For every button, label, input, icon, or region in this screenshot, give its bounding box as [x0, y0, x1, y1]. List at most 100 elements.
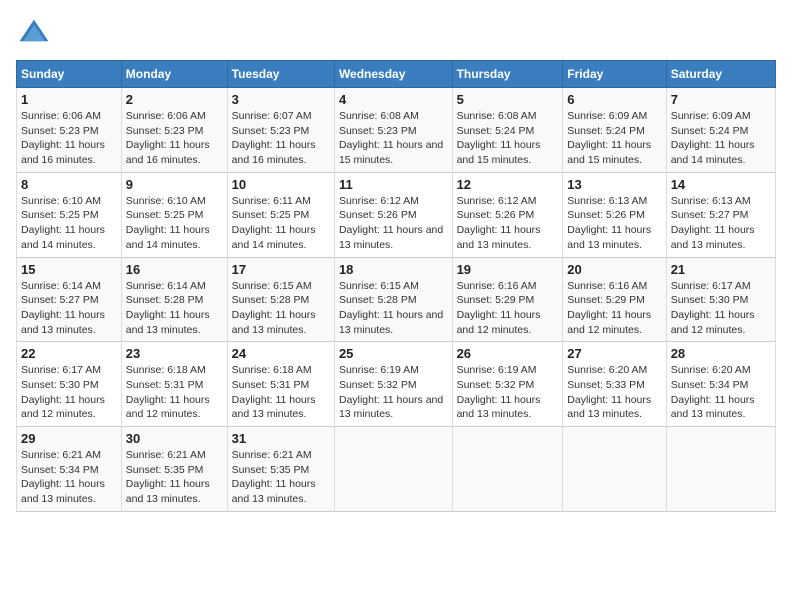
calendar-cell: 16 Sunrise: 6:14 AMSunset: 5:28 PMDayligh…	[121, 257, 227, 342]
day-number: 9	[126, 177, 223, 192]
day-number: 16	[126, 262, 223, 277]
day-info: Sunrise: 6:11 AMSunset: 5:25 PMDaylight:…	[232, 194, 330, 253]
day-number: 21	[671, 262, 771, 277]
calendar-cell: 21 Sunrise: 6:17 AMSunset: 5:30 PMDayligh…	[666, 257, 775, 342]
calendar-cell: 27 Sunrise: 6:20 AMSunset: 5:33 PMDayligh…	[563, 342, 666, 427]
day-number: 12	[457, 177, 559, 192]
calendar-cell: 20 Sunrise: 6:16 AMSunset: 5:29 PMDayligh…	[563, 257, 666, 342]
calendar-cell: 19Sunrise: 6:16 AMSunset: 5:29 PMDayligh…	[452, 257, 563, 342]
calendar-cell: 7 Sunrise: 6:09 AMSunset: 5:24 PMDaylight…	[666, 88, 775, 173]
day-info: Sunrise: 6:19 AMSunset: 5:32 PMDaylight:…	[457, 363, 559, 422]
day-info: Sunrise: 6:17 AMSunset: 5:30 PMDaylight:…	[671, 279, 771, 338]
day-info: Sunrise: 6:20 AMSunset: 5:34 PMDaylight:…	[671, 363, 771, 422]
calendar-cell: 26 Sunrise: 6:19 AMSunset: 5:32 PMDayligh…	[452, 342, 563, 427]
day-number: 4	[339, 92, 448, 107]
day-info: Sunrise: 6:14 AMSunset: 5:27 PMDaylight:…	[21, 279, 117, 338]
calendar-cell	[666, 427, 775, 512]
day-number: 15	[21, 262, 117, 277]
calendar-header-row: SundayMondayTuesdayWednesdayThursdayFrid…	[17, 61, 776, 88]
day-info: Sunrise: 6:15 AMSunset: 5:28 PMDaylight:…	[339, 279, 448, 338]
day-number: 31	[232, 431, 330, 446]
day-number: 26	[457, 346, 559, 361]
calendar-cell: 12 Sunrise: 6:12 AMSunset: 5:26 PMDayligh…	[452, 172, 563, 257]
logo-icon	[16, 16, 52, 52]
day-number: 22	[21, 346, 117, 361]
calendar-cell: 10 Sunrise: 6:11 AMSunset: 5:25 PMDayligh…	[227, 172, 334, 257]
day-info: Sunrise: 6:16 AMSunset: 5:29 PMDaylight:…	[567, 279, 661, 338]
day-number: 14	[671, 177, 771, 192]
calendar-cell	[334, 427, 452, 512]
calendar-cell: 5Sunrise: 6:08 AMSunset: 5:24 PMDaylight…	[452, 88, 563, 173]
calendar-cell: 11 Sunrise: 6:12 AMSunset: 5:26 PMDayligh…	[334, 172, 452, 257]
calendar-cell: 9 Sunrise: 6:10 AMSunset: 5:25 PMDaylight…	[121, 172, 227, 257]
day-number: 29	[21, 431, 117, 446]
calendar-table: SundayMondayTuesdayWednesdayThursdayFrid…	[16, 60, 776, 512]
day-info: Sunrise: 6:13 AMSunset: 5:26 PMDaylight:…	[567, 194, 661, 253]
day-number: 18	[339, 262, 448, 277]
day-info: Sunrise: 6:21 AMSunset: 5:34 PMDaylight:…	[21, 448, 117, 507]
day-number: 10	[232, 177, 330, 192]
day-info: Sunrise: 6:12 AMSunset: 5:26 PMDaylight:…	[339, 194, 448, 253]
calendar-cell: 18 Sunrise: 6:15 AMSunset: 5:28 PMDayligh…	[334, 257, 452, 342]
day-info: Sunrise: 6:08 AMSunset: 5:23 PMDaylight:…	[339, 109, 448, 168]
calendar-cell: 23Sunrise: 6:18 AMSunset: 5:31 PMDayligh…	[121, 342, 227, 427]
header-sunday: Sunday	[17, 61, 122, 88]
day-number: 2	[126, 92, 223, 107]
header-wednesday: Wednesday	[334, 61, 452, 88]
day-number: 25	[339, 346, 448, 361]
logo	[16, 16, 56, 52]
day-info: Sunrise: 6:17 AMSunset: 5:30 PMDaylight:…	[21, 363, 117, 422]
day-number: 3	[232, 92, 330, 107]
day-number: 28	[671, 346, 771, 361]
day-number: 11	[339, 177, 448, 192]
day-info: Sunrise: 6:07 AMSunset: 5:23 PMDaylight:…	[232, 109, 330, 168]
day-info: Sunrise: 6:06 AMSunset: 5:23 PMDaylight:…	[21, 109, 117, 168]
calendar-cell: 3 Sunrise: 6:07 AMSunset: 5:23 PMDaylight…	[227, 88, 334, 173]
day-info: Sunrise: 6:19 AMSunset: 5:32 PMDaylight:…	[339, 363, 448, 422]
day-number: 17	[232, 262, 330, 277]
day-number: 27	[567, 346, 661, 361]
day-number: 6	[567, 92, 661, 107]
calendar-cell: 29 Sunrise: 6:21 AMSunset: 5:34 PMDayligh…	[17, 427, 122, 512]
calendar-cell: 28 Sunrise: 6:20 AMSunset: 5:34 PMDayligh…	[666, 342, 775, 427]
day-info: Sunrise: 6:21 AMSunset: 5:35 PMDaylight:…	[126, 448, 223, 507]
calendar-cell: 17 Sunrise: 6:15 AMSunset: 5:28 PMDayligh…	[227, 257, 334, 342]
day-info: Sunrise: 6:09 AMSunset: 5:24 PMDaylight:…	[671, 109, 771, 168]
calendar-cell: 4 Sunrise: 6:08 AMSunset: 5:23 PMDaylight…	[334, 88, 452, 173]
header-friday: Friday	[563, 61, 666, 88]
day-number: 23	[126, 346, 223, 361]
day-info: Sunrise: 6:12 AMSunset: 5:26 PMDaylight:…	[457, 194, 559, 253]
calendar-cell: 8Sunrise: 6:10 AMSunset: 5:25 PMDaylight…	[17, 172, 122, 257]
calendar-cell	[563, 427, 666, 512]
calendar-cell: 14 Sunrise: 6:13 AMSunset: 5:27 PMDayligh…	[666, 172, 775, 257]
day-number: 7	[671, 92, 771, 107]
calendar-week-row: 22 Sunrise: 6:17 AMSunset: 5:30 PMDayligh…	[17, 342, 776, 427]
calendar-week-row: 29 Sunrise: 6:21 AMSunset: 5:34 PMDayligh…	[17, 427, 776, 512]
calendar-cell: 24Sunrise: 6:18 AMSunset: 5:31 PMDayligh…	[227, 342, 334, 427]
header-monday: Monday	[121, 61, 227, 88]
day-info: Sunrise: 6:16 AMSunset: 5:29 PMDaylight:…	[457, 279, 559, 338]
day-info: Sunrise: 6:13 AMSunset: 5:27 PMDaylight:…	[671, 194, 771, 253]
calendar-cell: 2 Sunrise: 6:06 AMSunset: 5:23 PMDaylight…	[121, 88, 227, 173]
day-number: 20	[567, 262, 661, 277]
day-info: Sunrise: 6:21 AMSunset: 5:35 PMDaylight:…	[232, 448, 330, 507]
calendar-cell: 1Sunrise: 6:06 AMSunset: 5:23 PMDaylight…	[17, 88, 122, 173]
header-thursday: Thursday	[452, 61, 563, 88]
calendar-cell	[452, 427, 563, 512]
day-number: 8	[21, 177, 117, 192]
calendar-cell: 25 Sunrise: 6:19 AMSunset: 5:32 PMDayligh…	[334, 342, 452, 427]
day-info: Sunrise: 6:14 AMSunset: 5:28 PMDaylight:…	[126, 279, 223, 338]
calendar-cell: 30 Sunrise: 6:21 AMSunset: 5:35 PMDayligh…	[121, 427, 227, 512]
page-header	[16, 16, 776, 52]
day-info: Sunrise: 6:09 AMSunset: 5:24 PMDaylight:…	[567, 109, 661, 168]
calendar-week-row: 8 Sunrise: 6:10 AMSunset: 5:25 PMDaylight…	[17, 172, 776, 257]
day-number: 13	[567, 177, 661, 192]
day-number: 5	[457, 92, 559, 107]
calendar-week-row: 1Sunrise: 6:06 AMSunset: 5:23 PMDaylight…	[17, 88, 776, 173]
day-info: Sunrise: 6:10 AMSunset: 5:25 PMDaylight:…	[126, 194, 223, 253]
day-info: Sunrise: 6:15 AMSunset: 5:28 PMDaylight:…	[232, 279, 330, 338]
day-info: Sunrise: 6:06 AMSunset: 5:23 PMDaylight:…	[126, 109, 223, 168]
day-number: 24	[232, 346, 330, 361]
day-info: Sunrise: 6:20 AMSunset: 5:33 PMDaylight:…	[567, 363, 661, 422]
day-number: 30	[126, 431, 223, 446]
